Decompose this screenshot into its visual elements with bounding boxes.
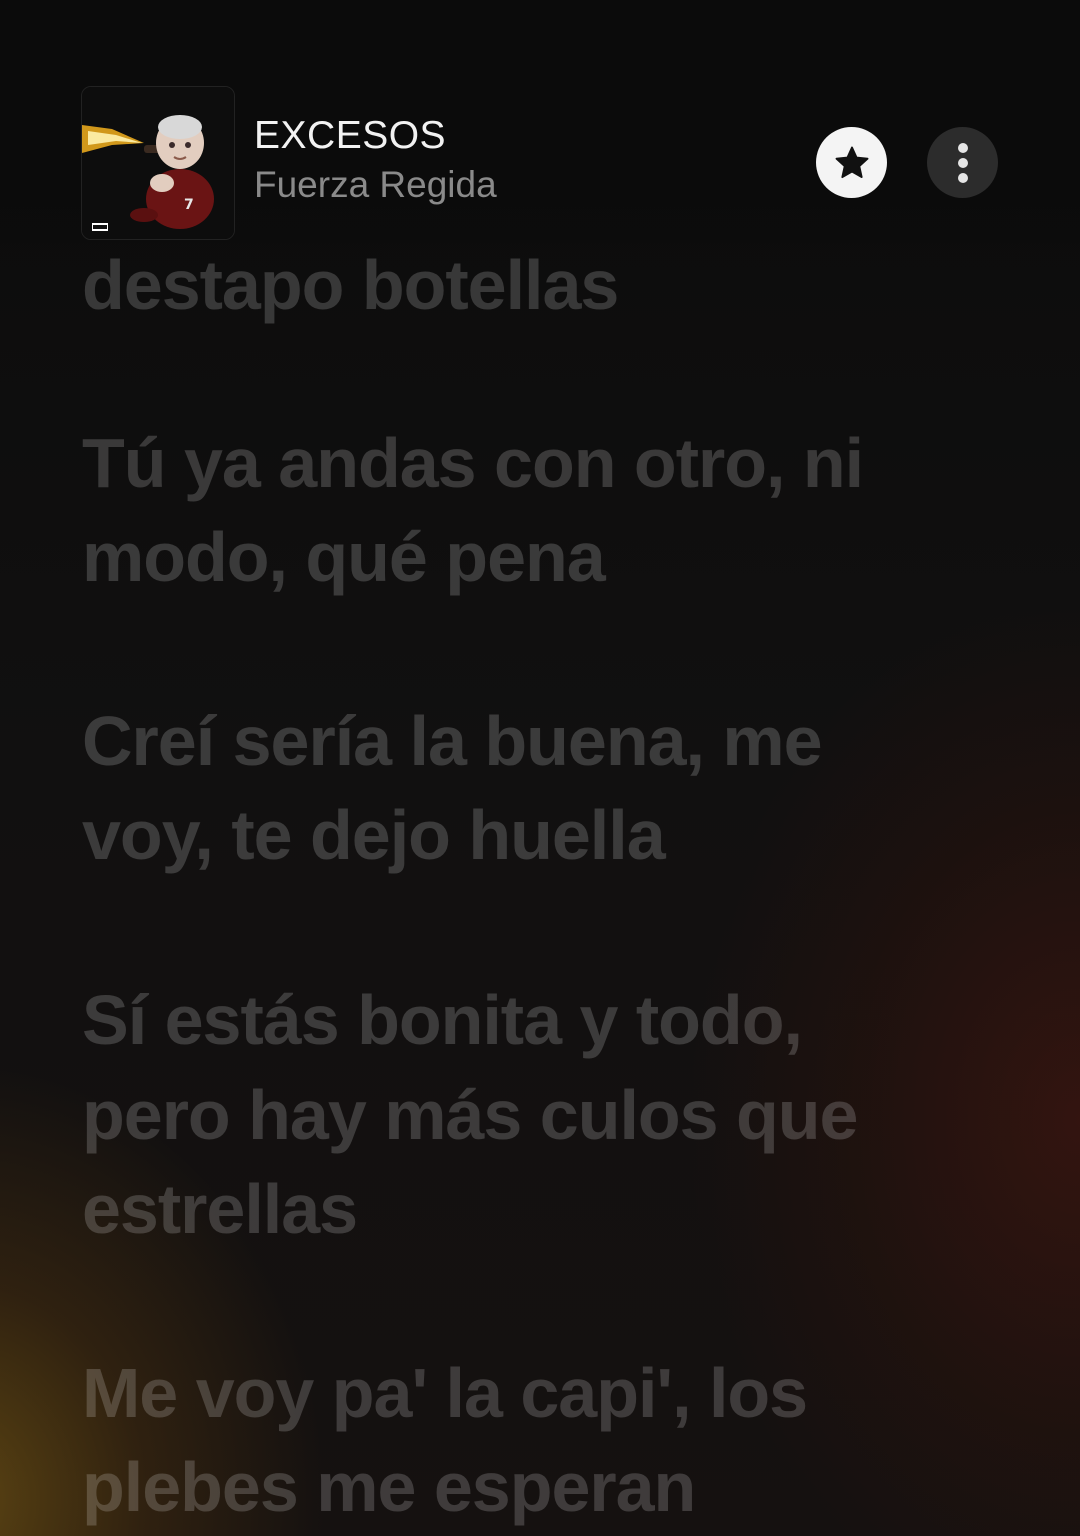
track-artist[interactable]: Fuerza Regida — [254, 164, 497, 206]
star-icon — [835, 146, 868, 178]
lyric-line[interactable]: Me voy pa' la capi', los — [82, 1346, 808, 1440]
now-playing-header: 7 EXCESOS Fuerza Regida — [0, 0, 1080, 250]
album-cover[interactable]: 7 — [81, 86, 235, 240]
lyric-line[interactable]: pero hay más culos que — [82, 1068, 858, 1162]
more-options-button[interactable] — [927, 127, 998, 198]
album-art-illustration: 7 — [82, 87, 234, 239]
lyric-line[interactable]: estrellas — [82, 1162, 358, 1256]
lyric-line[interactable]: Tú ya andas con otro, ni — [82, 416, 864, 510]
lyric-line[interactable]: plebes me esperan — [82, 1440, 696, 1534]
lyric-line[interactable]: destapo botellas — [82, 238, 619, 332]
track-title[interactable]: EXCESOS — [254, 114, 446, 158]
lyric-line[interactable]: voy, te dejo huella — [82, 788, 666, 882]
svg-text:7: 7 — [184, 197, 194, 213]
lyric-line[interactable]: Sí estás bonita y todo, — [82, 973, 803, 1067]
more-vertical-icon — [957, 142, 968, 183]
lyric-line[interactable]: Creí sería la buena, me — [82, 694, 823, 788]
favorite-button[interactable] — [816, 127, 887, 198]
lyric-line[interactable]: modo, qué pena — [82, 510, 606, 604]
